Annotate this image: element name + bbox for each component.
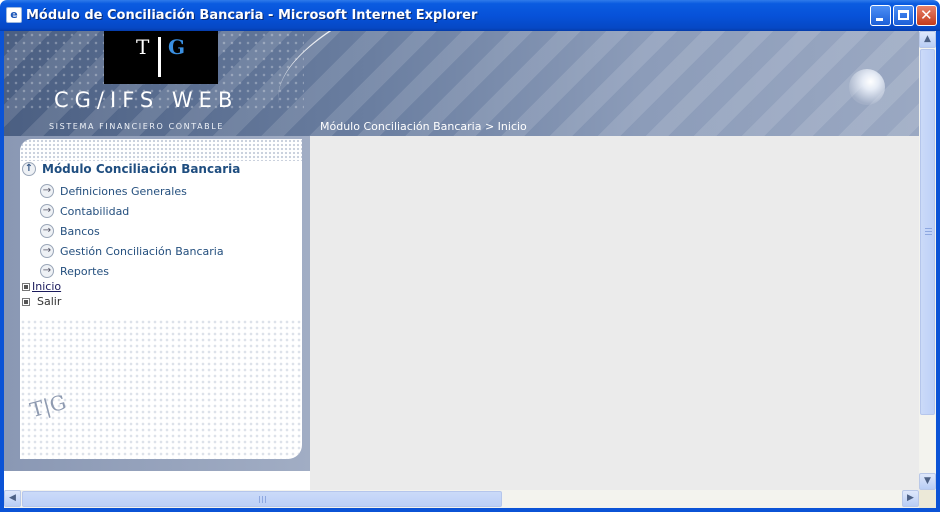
grip-line: [262, 496, 263, 503]
scroll-down-button[interactable]: ▼: [919, 473, 936, 490]
window-title-bar[interactable]: e Módulo de Conciliación Bancaria - Micr…: [0, 0, 940, 31]
right-arrow-circle-icon: →: [40, 204, 54, 218]
submenu-item-bancos[interactable]: → Bancos: [40, 221, 224, 241]
grip-line: [925, 234, 932, 235]
bullet-square-icon: [22, 282, 30, 291]
page-viewport: T G CG/IFS WEB Sistema Financiero Contab…: [4, 31, 919, 490]
grip-line: [259, 496, 260, 503]
submenu: → Definiciones Generales → Contabilidad …: [40, 181, 224, 281]
logo-letter-g: G: [168, 35, 186, 59]
logo-letter-t: T: [136, 35, 150, 59]
up-arrow-circle-icon: ↑: [22, 162, 36, 176]
submenu-item-label: Contabilidad: [60, 204, 130, 218]
submenu-item-gestion-conciliacion[interactable]: → Gestión Conciliación Bancaria: [40, 241, 224, 261]
window-border-right: [936, 31, 940, 512]
logo-bar: [158, 37, 161, 77]
vertical-scroll-thumb[interactable]: [920, 49, 935, 415]
link-inicio[interactable]: Inicio: [22, 280, 61, 293]
scroll-right-button[interactable]: ▶: [902, 490, 919, 507]
vertical-scrollbar[interactable]: ▲ ▼: [919, 31, 936, 490]
window-border-bottom: [0, 508, 940, 512]
ie-page-icon: e: [6, 7, 22, 23]
app-subtitle: Sistema Financiero Contable: [49, 122, 224, 131]
horizontal-scroll-thumb[interactable]: [22, 491, 502, 507]
submenu-item-contabilidad[interactable]: → Contabilidad: [40, 201, 224, 221]
scrollbar-corner: [919, 490, 936, 508]
tg-logo: [104, 31, 218, 84]
submenu-item-label: Bancos: [60, 224, 100, 238]
maximize-icon: [898, 10, 909, 20]
maximize-button[interactable]: [893, 5, 914, 26]
minimize-icon: [876, 18, 883, 21]
panel-dot-pattern-top: [20, 139, 302, 161]
header-glow-orb: [849, 69, 885, 105]
breadcrumb: Módulo Conciliación Bancaria > Inicio: [320, 120, 527, 133]
chevron-up-icon: ▲: [924, 34, 931, 44]
main-content-area: [310, 136, 919, 490]
horizontal-scrollbar[interactable]: ◀ ▶: [4, 490, 919, 508]
submenu-item-label: Definiciones Generales: [60, 184, 187, 198]
link-label: Salir: [37, 295, 62, 308]
close-button[interactable]: ✕: [916, 5, 937, 26]
header-banner: T G CG/IFS WEB Sistema Financiero Contab…: [4, 31, 919, 233]
link-salir[interactable]: Salir: [22, 295, 61, 308]
link-label: Inicio: [32, 280, 62, 293]
menu-item-modulo-conciliacion[interactable]: ↑ Módulo Conciliación Bancaria: [22, 162, 240, 176]
minimize-button[interactable]: [870, 5, 891, 26]
grip-line: [265, 496, 266, 503]
right-arrow-circle-icon: →: [40, 224, 54, 238]
right-arrow-circle-icon: →: [40, 184, 54, 198]
chevron-right-icon: ▶: [907, 493, 914, 503]
chevron-left-icon: ◀: [9, 493, 16, 503]
window-title: Módulo de Conciliación Bancaria - Micros…: [26, 8, 478, 23]
grip-line: [925, 228, 932, 229]
chevron-down-icon: ▼: [924, 476, 931, 486]
menu-item-label: Módulo Conciliación Bancaria: [42, 162, 241, 176]
grip-line: [925, 231, 932, 232]
submenu-item-definiciones-generales[interactable]: → Definiciones Generales: [40, 181, 224, 201]
scroll-left-button[interactable]: ◀: [4, 490, 21, 507]
bullet-square-icon: [22, 297, 30, 306]
submenu-item-reportes[interactable]: → Reportes: [40, 261, 224, 281]
right-arrow-circle-icon: →: [40, 244, 54, 258]
scroll-up-button[interactable]: ▲: [919, 31, 936, 48]
submenu-item-label: Gestión Conciliación Bancaria: [60, 244, 224, 258]
right-arrow-circle-icon: →: [40, 264, 54, 278]
submenu-item-label: Reportes: [60, 264, 109, 278]
app-name: CG/IFS WEB: [54, 88, 239, 112]
close-icon: ✕: [920, 6, 933, 24]
